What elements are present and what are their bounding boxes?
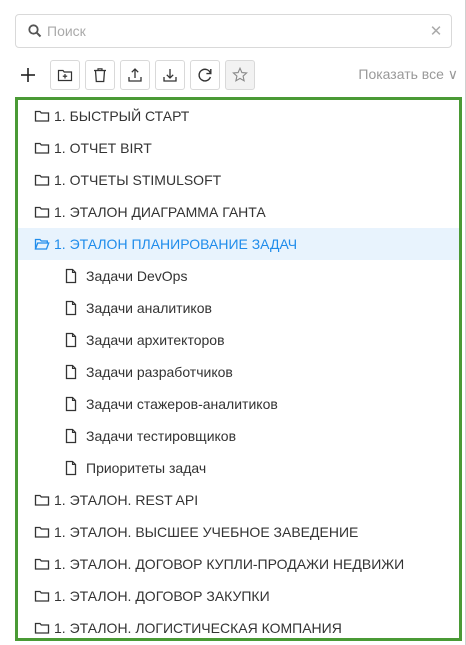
download-button[interactable] — [155, 60, 185, 90]
tree-item-folder[interactable]: 1. ЭТАЛОН. REST API — [18, 484, 459, 516]
folder-icon — [34, 108, 50, 124]
toolbar: Показать все ∨ — [13, 60, 458, 92]
file-icon — [63, 428, 79, 444]
tree-item-folder[interactable]: 1. ОТЧЕТ BIRT — [18, 132, 459, 164]
folder-open-icon — [34, 236, 50, 252]
search-box[interactable]: ✕ — [15, 14, 452, 48]
folder-icon — [34, 620, 50, 636]
add-icon — [21, 68, 35, 82]
search-input[interactable] — [47, 23, 421, 39]
tree-item-folder[interactable]: 1. ЭТАЛОН. ВЫСШЕЕ УЧЕБНОЕ ЗАВЕДЕНИЕ — [18, 516, 459, 548]
file-icon — [63, 396, 79, 412]
add-button[interactable] — [13, 60, 43, 90]
favorite-button[interactable] — [225, 60, 255, 90]
tree-item-folder[interactable]: 1. БЫСТРЫЙ СТАРТ — [18, 100, 459, 132]
show-all-dropdown[interactable]: Показать все ∨ — [358, 66, 458, 83]
tree-item-folder[interactable]: 1. ЭТАЛОН ДИАГРАММА ГАНТА — [18, 196, 459, 228]
file-icon — [63, 364, 79, 380]
tree-item-file[interactable]: Задачи тестировщиков — [18, 420, 459, 452]
folder-icon — [34, 556, 50, 572]
file-icon — [63, 300, 79, 316]
tree-item-file[interactable]: Задачи стажеров-аналитиков — [18, 388, 459, 420]
tree-item-label: 1. ОТЧЕТ BIRT — [54, 140, 152, 156]
refresh-icon — [198, 68, 212, 82]
delete-icon — [94, 68, 106, 83]
tree-item-label: Задачи стажеров-аналитиков — [86, 396, 278, 412]
tree-item-file[interactable]: Приоритеты задач — [18, 452, 459, 484]
tree-item-label: Задачи разработчиков — [86, 364, 233, 380]
upload-button[interactable] — [120, 60, 150, 90]
tree-view: 1. БЫСТРЫЙ СТАРТ 1. ОТЧЕТ BIRT 1. ОТЧЕТЫ S… — [15, 97, 462, 641]
tree-item-file[interactable]: Задачи DevOps — [18, 260, 459, 292]
tree-item-label: Задачи тестировщиков — [86, 428, 237, 444]
tree-panel: ✕ Показать все ∨ 1. БЫСТРЫЙ СТАРТ 1. ОТЧЕ… — [0, 0, 466, 645]
download-icon — [163, 69, 177, 82]
tree-item-file[interactable]: Задачи аналитиков — [18, 292, 459, 324]
search-icon — [27, 23, 43, 39]
tree-item-label: 1. ЭТАЛОН. ДОГОВОР ЗАКУПКИ — [54, 588, 270, 604]
tree-item-label: 1. БЫСТРЫЙ СТАРТ — [54, 108, 190, 124]
tree-item-label: 1. ЭТАЛОН. ДОГОВОР КУПЛИ-ПРОДАЖИ НЕДВИЖИ — [54, 556, 405, 572]
delete-button[interactable] — [85, 60, 115, 90]
tree-item-label: 1. ЭТАЛОН. ЛОГИСТИЧЕСКАЯ КОМПАНИЯ — [54, 620, 342, 636]
clear-search-icon[interactable]: ✕ — [421, 22, 451, 40]
add-folder-button[interactable] — [50, 60, 80, 90]
file-icon — [63, 268, 79, 284]
tree-item-label: 1. ЭТАЛОН ДИАГРАММА ГАНТА — [54, 204, 266, 220]
tree-item-folder[interactable]: 1. ЭТАЛОН ПЛАНИРОВАНИЕ ЗАДАЧ — [18, 228, 459, 260]
tree-item-file[interactable]: Задачи разработчиков — [18, 356, 459, 388]
tree-item-label: 1. ЭТАЛОН. ВЫСШЕЕ УЧЕБНОЕ ЗАВЕДЕНИЕ — [54, 524, 359, 540]
file-icon — [63, 460, 79, 476]
tree-item-file[interactable]: Задачи архитекторов — [18, 324, 459, 356]
tree-item-label: Задачи архитекторов — [86, 332, 225, 348]
folder-icon — [34, 492, 50, 508]
refresh-button[interactable] — [190, 60, 220, 90]
folder-icon — [34, 588, 50, 604]
tree-item-folder[interactable]: 1. ЭТАЛОН. ДОГОВОР КУПЛИ-ПРОДАЖИ НЕДВИЖИ — [18, 548, 459, 580]
tree-item-label: Задачи DevOps — [86, 268, 188, 284]
tree-item-label: Задачи аналитиков — [86, 300, 212, 316]
tree-item-label: 1. ЭТАЛОН ПЛАНИРОВАНИЕ ЗАДАЧ — [54, 236, 298, 252]
tree-item-label: 1. ЭТАЛОН. REST API — [54, 492, 199, 508]
tree-item-folder[interactable]: 1. ЭТАЛОН. ЛОГИСТИЧЕСКАЯ КОМПАНИЯ — [18, 612, 459, 638]
upload-icon — [128, 68, 142, 82]
file-icon — [63, 332, 79, 348]
tree-item-folder[interactable]: 1. ОТЧЕТЫ STIMULSOFT — [18, 164, 459, 196]
folder-icon — [34, 140, 50, 156]
folder-icon — [34, 524, 50, 540]
tree-item-label: 1. ОТЧЕТЫ STIMULSOFT — [54, 172, 222, 188]
add-folder-icon — [57, 69, 73, 82]
tree-item-label: Приоритеты задач — [86, 460, 207, 476]
tree-item-folder[interactable]: 1. ЭТАЛОН. ДОГОВОР ЗАКУПКИ — [18, 580, 459, 612]
star-icon — [232, 66, 248, 82]
folder-icon — [34, 172, 50, 188]
folder-icon — [34, 204, 50, 220]
